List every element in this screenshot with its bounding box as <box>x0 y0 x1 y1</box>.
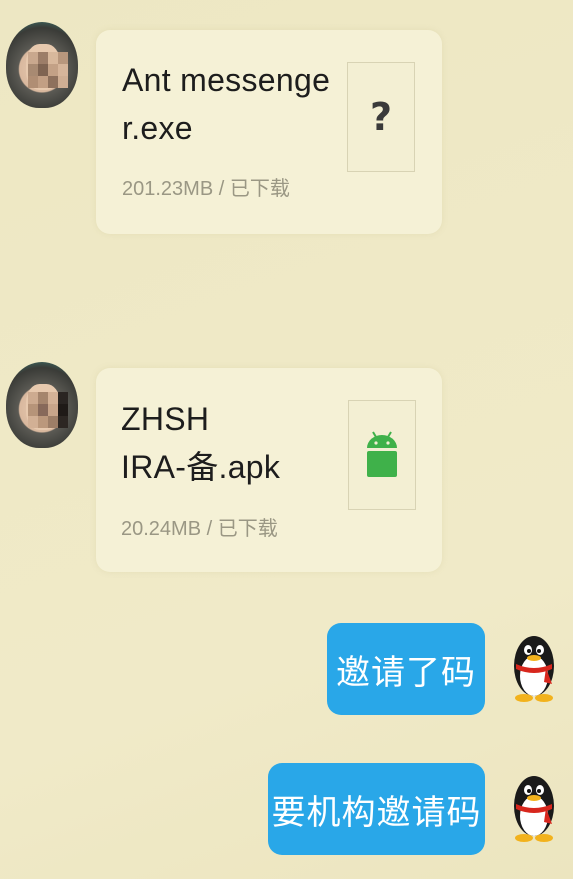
file-size-status: 20.24MB / 已下载 <box>121 518 278 540</box>
qq-penguin-avatar[interactable] <box>508 766 560 842</box>
contact-avatar[interactable] <box>6 22 78 108</box>
avatar-blur-mosaic <box>28 392 68 428</box>
contact-avatar[interactable] <box>6 362 78 448</box>
file-message-card[interactable]: ZHSH IRA-备.apk 20.24MB / 已下载 <box>96 368 442 572</box>
file-thumbnail: ? <box>347 62 415 172</box>
file-name-line: ZHSH <box>121 401 210 437</box>
file-thumbnail <box>348 400 416 510</box>
outgoing-message-bubble[interactable]: 要机构邀请码 <box>268 763 485 855</box>
outgoing-message-bubble[interactable]: 邀请了码 <box>327 623 485 715</box>
file-size-status: 201.23MB / 已下载 <box>122 178 290 200</box>
file-name: Ant messenge r.exe <box>122 56 330 152</box>
avatar-blur-mosaic <box>28 52 68 88</box>
file-name-line: r.exe <box>122 110 193 146</box>
question-mark-icon: ? <box>369 95 393 139</box>
chat-conversation: Ant messenge r.exe 201.23MB / 已下载 ? ZHSH… <box>0 0 573 879</box>
file-message-card[interactable]: Ant messenge r.exe 201.23MB / 已下载 ? <box>96 30 442 234</box>
file-name-line: IRA-备.apk <box>121 449 281 485</box>
android-icon <box>367 431 397 477</box>
file-name-line: Ant messenge <box>122 62 331 98</box>
qq-penguin-avatar[interactable] <box>508 626 560 702</box>
file-name: ZHSH IRA-备.apk <box>121 395 280 491</box>
